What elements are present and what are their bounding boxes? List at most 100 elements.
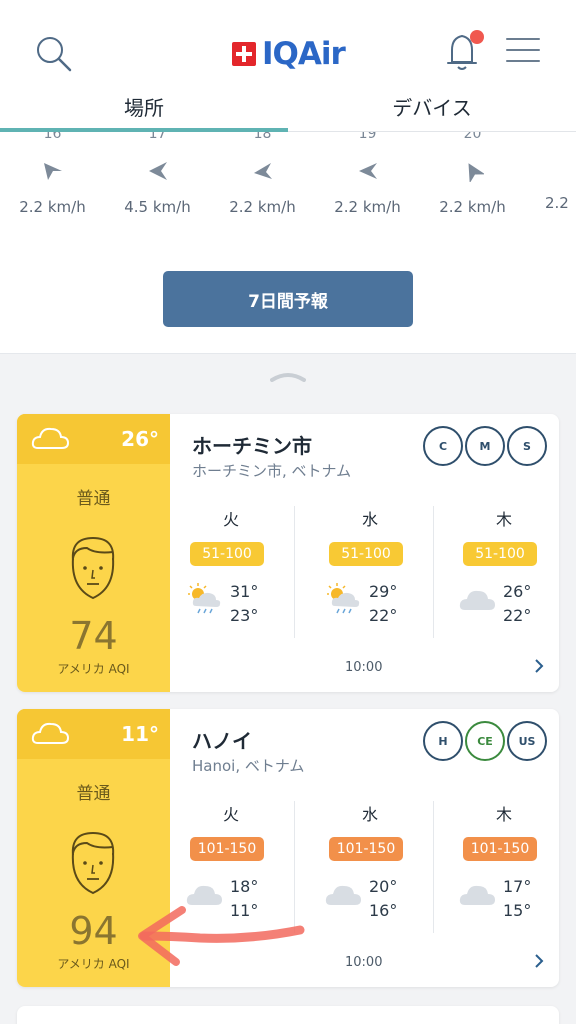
city-card[interactable]: 11° 普通 94 アメリカ AQI ハノイ Hanoi, ベトナム H CE … xyxy=(17,709,559,987)
wind-item: 17 4.5 km/h xyxy=(105,132,210,216)
current-temp: 26° xyxy=(121,427,159,451)
aqi-range-badge: 101-150 xyxy=(329,837,403,861)
wind-forecast-panel[interactable]: 16 2.2 km/h 17 4.5 km/h 18 2.2 km/h 19 2… xyxy=(0,132,576,354)
temp-low: 22° xyxy=(369,606,398,625)
day-name: 火 xyxy=(222,805,239,824)
cut-off-time: 18 xyxy=(253,132,272,142)
cut-off-time: 17 xyxy=(148,132,167,142)
day-forecast: 木 101-150 17° 15° xyxy=(443,801,559,933)
day-forecast: 火 101-150 18° 11° xyxy=(170,801,292,933)
city-card[interactable]: 26° 普通 74 アメリカ AQI ホーチミン市 ホーチミン市, ベトナム C… xyxy=(17,414,559,692)
seven-day-forecast-button[interactable]: 7日間予報 xyxy=(163,271,413,327)
next-city-card[interactable] xyxy=(17,1006,559,1024)
city-subtitle: Hanoi, ベトナム xyxy=(192,757,305,775)
aqi-range-badge: 51-100 xyxy=(190,542,264,566)
hamburger-line xyxy=(506,60,540,62)
day-name: 木 xyxy=(495,805,512,824)
day-forecast: 火 51-100 31° 23° xyxy=(170,506,292,638)
aqi-panel: 26° 普通 74 アメリカ AQI xyxy=(17,414,170,692)
wind-direction-icon xyxy=(358,163,377,179)
aqi-range-badge: 51-100 xyxy=(463,542,537,566)
wind-speed: 2.2 km/h xyxy=(439,198,506,216)
menu-button[interactable] xyxy=(506,38,540,66)
aqi-unit: アメリカ AQI xyxy=(57,662,130,676)
source-logo-icon: M xyxy=(465,426,505,466)
data-source-logos: H CE US xyxy=(423,721,547,763)
temp-low: 11° xyxy=(230,901,259,920)
temp-high: 20° xyxy=(369,877,398,896)
wind-speed: 2.2 km/h xyxy=(334,198,401,216)
aqi-value: 94 xyxy=(69,909,118,953)
day-name: 火 xyxy=(222,510,239,529)
city-subtitle: ホーチミン市, ベトナム xyxy=(192,462,352,480)
wind-direction-placeholder xyxy=(567,160,576,182)
hamburger-line xyxy=(506,38,540,40)
temp-low: 22° xyxy=(503,606,532,625)
temp-low: 23° xyxy=(230,606,259,625)
day-divider xyxy=(294,506,295,638)
current-temp: 11° xyxy=(121,722,159,746)
wind-item: 19 2.2 km/h xyxy=(315,132,420,216)
tab-devices[interactable]: デバイス xyxy=(288,92,576,132)
cut-off-time: 20 xyxy=(463,132,482,142)
wind-item: 20 2.2 km/h xyxy=(420,132,525,216)
collapse-handle-icon[interactable] xyxy=(270,368,306,382)
aqi-range-badge: 101-150 xyxy=(190,837,264,861)
day-name: 水 xyxy=(361,805,378,824)
cloud-icon xyxy=(31,427,70,449)
aqi-range-badge: 101-150 xyxy=(463,837,537,861)
notification-dot xyxy=(470,30,484,44)
temp-high: 18° xyxy=(230,877,259,896)
cloud-icon xyxy=(459,590,495,610)
temp-high: 29° xyxy=(369,582,398,601)
day-divider xyxy=(433,506,434,638)
swiss-flag-icon xyxy=(232,42,256,66)
city-name: ハノイ xyxy=(192,729,252,753)
aqi-panel: 11° 普通 94 アメリカ AQI xyxy=(17,709,170,987)
search-button[interactable] xyxy=(34,34,74,74)
sun-rain-icon xyxy=(188,583,221,614)
cloud-icon xyxy=(186,885,222,905)
aqi-range-badge: 51-100 xyxy=(329,542,403,566)
day-name: 水 xyxy=(361,510,378,529)
cut-off-time xyxy=(525,132,576,142)
wind-direction-icon xyxy=(468,163,485,184)
chevron-right-icon[interactable] xyxy=(533,953,545,969)
wind-speed: 2.2 xyxy=(545,194,569,212)
day-forecast: 水 51-100 29° 22° xyxy=(309,506,431,638)
cut-off-time: 19 xyxy=(358,132,377,142)
wind-item: 18 2.2 km/h xyxy=(210,132,315,216)
day-forecast: 水 101-150 20° 16° xyxy=(309,801,431,933)
tab-location[interactable]: 場所 xyxy=(0,92,288,132)
aqi-unit: アメリカ AQI xyxy=(57,957,130,971)
app-header: IQAir 場所 デバイス xyxy=(0,0,576,132)
cut-off-time: 16 xyxy=(43,132,62,142)
city-name: ホーチミン市 xyxy=(192,434,312,458)
temp-high: 17° xyxy=(503,877,532,896)
aqi-value: 74 xyxy=(69,614,118,658)
wind-direction-icon xyxy=(253,163,272,179)
current-weather-bar: 26° xyxy=(17,414,170,464)
source-logo-icon: C xyxy=(423,426,463,466)
iqair-logo: IQAir xyxy=(232,34,346,74)
face-icon xyxy=(71,831,115,895)
temp-low: 16° xyxy=(369,901,398,920)
source-logo-icon: H xyxy=(423,721,463,761)
search-icon xyxy=(37,37,72,72)
source-logo-icon: US xyxy=(507,721,547,761)
source-logo-icon: CE xyxy=(465,721,505,761)
chevron-right-icon[interactable] xyxy=(533,658,545,674)
wind-item: 16 2.2 km/h xyxy=(0,132,105,216)
data-source-logos: C M S xyxy=(423,426,547,468)
day-name: 木 xyxy=(495,510,512,529)
logo-text: IQAir xyxy=(262,36,346,72)
wind-direction-icon xyxy=(43,163,62,180)
temp-low: 15° xyxy=(503,901,532,920)
wind-speed: 2.2 km/h xyxy=(229,198,296,216)
update-time: 10:00 xyxy=(345,955,383,970)
day-divider xyxy=(433,801,434,933)
wind-speed: 2.2 km/h xyxy=(19,198,86,216)
hamburger-line xyxy=(506,49,540,51)
day-forecast: 木 51-100 26° 22° xyxy=(443,506,559,638)
cloud-icon xyxy=(459,885,495,905)
